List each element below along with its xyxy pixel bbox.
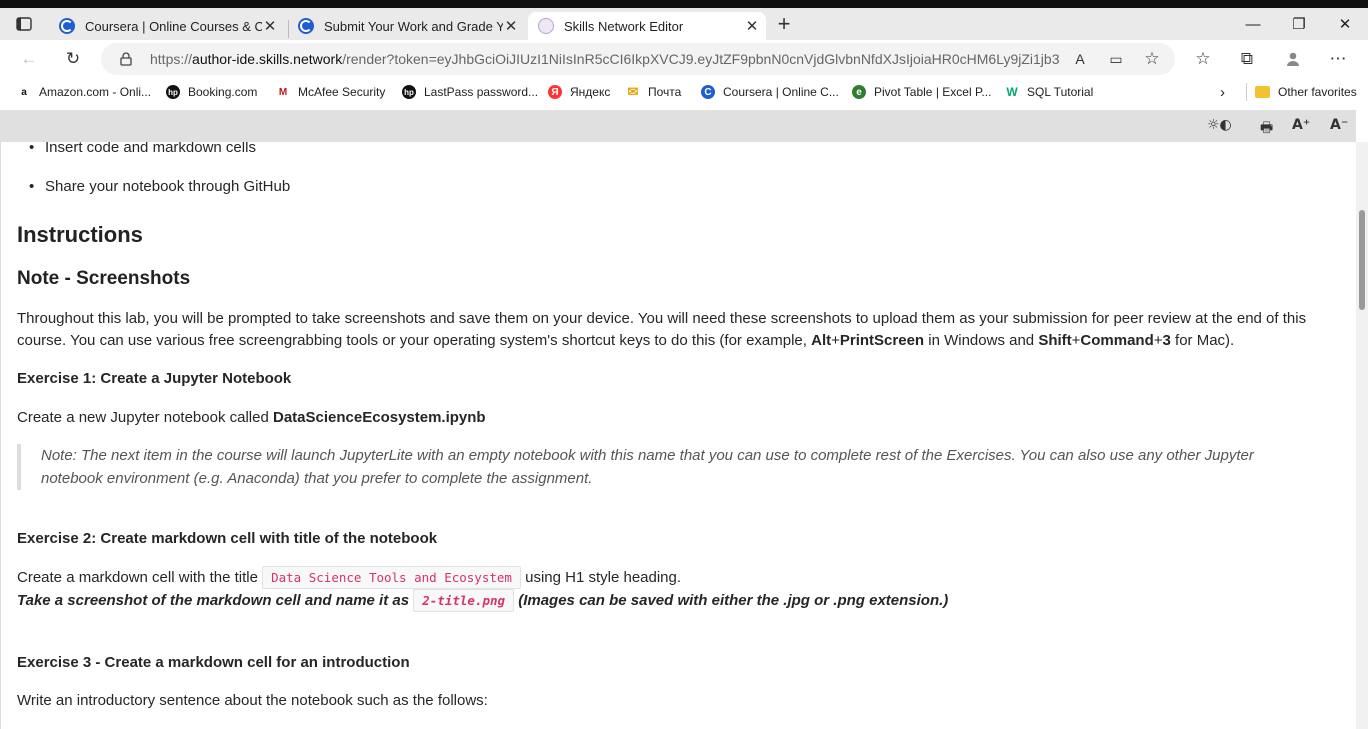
exercise-2-text: Create a markdown cell with the title Da… (17, 566, 681, 589)
bookmark-label: Pivot Table | Excel P... (874, 85, 992, 99)
print-icon[interactable]: 🖶 (1260, 117, 1273, 141)
folder-icon (1255, 86, 1270, 98)
scrollbar-thumb[interactable] (1359, 210, 1365, 310)
note-screenshots-heading: Note - Screenshots (17, 268, 191, 289)
list-item-text: Insert code and markdown cells (45, 142, 256, 156)
other-favorites[interactable]: Other favorites (1255, 83, 1357, 101)
bookmark-mcafee[interactable]: M McAfee Security (276, 83, 386, 101)
tab-submit-work[interactable]: Submit Your Work and Grade You ✕ (289, 12, 525, 40)
yandex-icon: Я (548, 85, 562, 99)
bookmark-label: McAfee Security (298, 85, 386, 99)
globe-icon: e (852, 85, 866, 99)
bookmark-pivot-table[interactable]: e Pivot Table | Excel P... (852, 83, 991, 101)
note-blockquote: Note: The next item in the course will l… (17, 444, 1317, 490)
minimize-button[interactable]: — (1230, 8, 1276, 40)
theme-toggle-icon[interactable]: ☼◐ (1207, 117, 1232, 133)
close-tab-icon[interactable]: ✕ (744, 17, 760, 35)
inline-code: Data Science Tools and Ecosystem (262, 566, 521, 589)
tab-skills-network-editor[interactable]: Skills Network Editor ✕ (528, 12, 766, 40)
coursera-icon (59, 18, 75, 34)
bookmark-label: Booking.com (188, 85, 258, 99)
bookmark-label: Почта (648, 85, 682, 99)
skills-network-icon (538, 18, 554, 34)
tab-title: Skills Network Editor (564, 18, 684, 34)
back-arrow-icon[interactable]: ← (19, 49, 39, 69)
inline-code: 2-title.png (413, 589, 515, 612)
bookmark-coursera[interactable]: C Coursera | Online C... (701, 83, 839, 101)
bookmark-label: Amazon.com - Onli... (39, 85, 152, 99)
mail-icon: ✉ (627, 84, 639, 99)
bookmark-label: Яндекс (570, 85, 611, 99)
font-decrease-button[interactable]: A⁻ (1330, 117, 1348, 133)
list-item: Share your notebook through GitHub (17, 178, 290, 195)
close-window-button[interactable]: ✕ (1322, 8, 1368, 40)
bookmark-lastpass[interactable]: hp LastPass password... (402, 83, 538, 101)
window-top-edge (0, 0, 1368, 8)
bookmark-label: SQL Tutorial (1027, 85, 1094, 99)
bookmark-yandex[interactable]: Я Яндекс (548, 83, 610, 101)
bookmark-amazon[interactable]: a Amazon.com - Onli... (17, 83, 151, 101)
coursera-icon: C (701, 85, 715, 99)
close-tab-icon[interactable]: ✕ (262, 17, 278, 35)
add-favorite-icon[interactable]: ☆ (1142, 49, 1162, 69)
bookmark-sql-tutorial[interactable]: W SQL Tutorial (1005, 83, 1093, 101)
profile-avatar-icon[interactable] (1283, 49, 1303, 69)
hp-icon: hp (166, 85, 180, 99)
exercise-2-title: Exercise 2: Create markdown cell with ti… (17, 530, 438, 547)
list-item: Insert code and markdown cells (17, 142, 256, 156)
tab-strip: Coursera | Online Courses & Cre ✕ Submit… (0, 8, 1368, 40)
lock-icon[interactable] (116, 49, 136, 69)
tab-actions-icon[interactable] (14, 14, 34, 34)
new-tab-button[interactable]: + (774, 11, 794, 36)
favorites-overflow-chevron-icon[interactable]: › (1220, 83, 1225, 101)
url-text: https://author-ide.skills.network/render… (150, 51, 1060, 67)
refresh-icon[interactable]: ↻ (63, 49, 83, 69)
tab-coursera[interactable]: Coursera | Online Courses & Cre ✕ (50, 12, 284, 40)
list-item-text: Share your notebook through GitHub (45, 178, 291, 195)
instructions-content: Insert code and markdown cells Share you… (0, 142, 1356, 729)
immersive-reader-icon[interactable]: ▭ (1106, 49, 1126, 69)
bookmark-booking[interactable]: hp Booking.com (166, 83, 257, 101)
hp-icon: hp (402, 85, 416, 99)
favorites-divider (1246, 83, 1247, 101)
navigation-bar: ← ↻ https://author-ide.skills.network/re… (0, 40, 1368, 78)
mcafee-icon: M (278, 86, 288, 98)
w3schools-icon: W (1006, 85, 1018, 99)
page-scrollbar[interactable] (1356, 142, 1368, 729)
favorites-bar: a Amazon.com - Onli... hp Booking.com M McA… (0, 78, 1368, 106)
bookmark-label: LastPass password... (424, 85, 539, 99)
tab-title: Submit Your Work and Grade You (324, 18, 503, 34)
exercise-2-screenshot-instruction: Take a screenshot of the markdown cell a… (17, 589, 948, 612)
collections-icon[interactable]: ⧉ (1237, 49, 1257, 69)
exercise-3-title: Exercise 3 - Create a markdown cell for … (17, 654, 410, 671)
amazon-icon: a (21, 86, 27, 98)
font-increase-button[interactable]: A⁺ (1292, 117, 1310, 133)
more-menu-icon[interactable]: ⋯ (1328, 49, 1348, 69)
favorites-icon[interactable]: ☆ (1193, 49, 1213, 69)
exercise-3-text: Write an introductory sentence about the… (17, 692, 488, 709)
other-favorites-label: Other favorites (1278, 85, 1357, 99)
bookmark-pochta[interactable]: ✉ Почта (626, 83, 682, 101)
instructions-heading: Instructions (17, 222, 143, 247)
coursera-icon (298, 18, 314, 34)
exercise-1-title: Exercise 1: Create a Jupyter Notebook (17, 370, 292, 387)
close-tab-icon[interactable]: ✕ (503, 17, 519, 35)
bookmark-label: Coursera | Online C... (723, 85, 839, 99)
screenshots-paragraph: Throughout this lab, you will be prompte… (17, 310, 1307, 349)
restore-button[interactable]: ❐ (1276, 8, 1322, 40)
tab-title: Coursera | Online Courses & Cre (85, 18, 262, 34)
reader-toolbar: ☼◐ 🖶 A⁺ A⁻ (0, 110, 1356, 142)
read-aloud-icon[interactable]: A (1070, 49, 1090, 69)
address-bar[interactable]: https://author-ide.skills.network/render… (101, 43, 1175, 75)
exercise-1-text: Create a new Jupyter notebook called Dat… (17, 409, 486, 426)
